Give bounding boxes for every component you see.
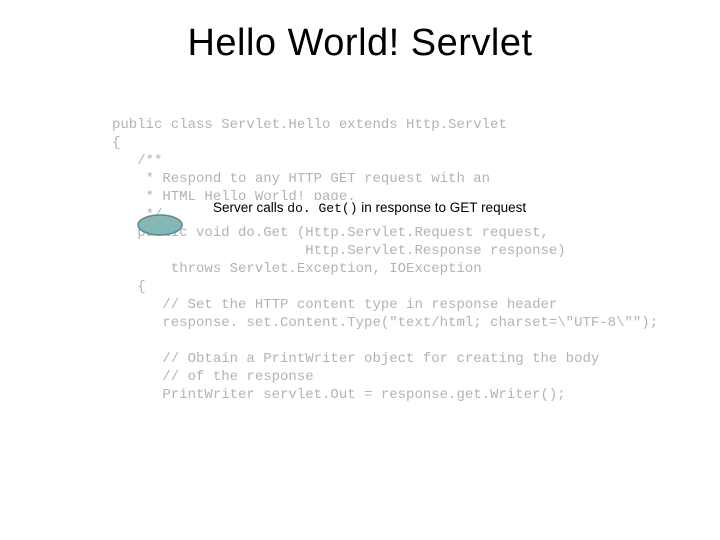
annotation-text: Server calls do. Get() in response to GE… [212,200,527,216]
code-line: { [112,135,120,151]
code-line: // Set the HTTP content type in response… [112,297,557,313]
code-line: public class Servlet.Hello extends Http.… [112,117,507,133]
callout-ellipse [136,213,184,237]
code-block: public class Servlet.Hello extends Http.… [112,116,658,404]
annotation-mono: do. Get() [287,201,357,216]
ellipse-icon [136,213,184,237]
code-line: * Respond to any HTTP GET request with a… [112,171,490,187]
code-line: PrintWriter servlet.Out = response.get.W… [112,387,566,403]
code-line: response. set.Content.Type("text/html; c… [112,315,658,331]
code-line: /** [112,153,162,169]
annotation-before: Server calls [213,200,287,215]
code-line: { [112,279,146,295]
annotation-after: in response to GET request [358,200,527,215]
code-line: // of the response [112,369,314,385]
code-line: Http.Servlet.Response response) [112,243,566,259]
slide: Hello World! Servlet public class Servle… [0,0,720,540]
code-line: // Obtain a PrintWriter object for creat… [112,351,599,367]
code-line: throws Servlet.Exception, IOException [112,261,482,277]
slide-title: Hello World! Servlet [0,22,720,65]
